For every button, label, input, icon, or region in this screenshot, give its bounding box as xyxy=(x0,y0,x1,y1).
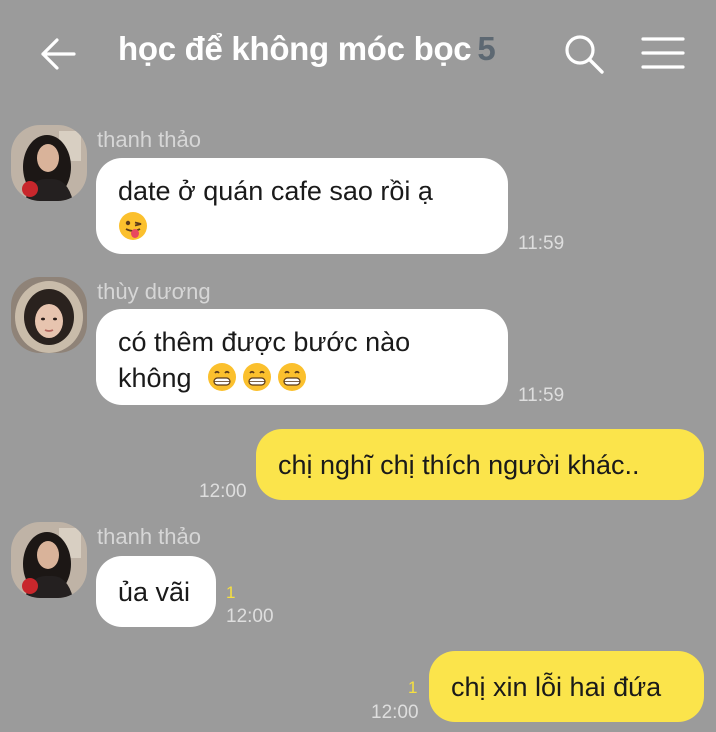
unread-count: 1 xyxy=(226,583,236,602)
back-button[interactable] xyxy=(34,32,82,76)
message-bubble-outgoing[interactable]: chị xin lỗi hai đứa xyxy=(429,651,704,722)
message-time: 11:59 xyxy=(518,233,565,254)
profile-photo-icon xyxy=(11,277,87,353)
sender-name: thùy dương xyxy=(97,279,211,304)
message-time: 12:00 xyxy=(199,481,247,502)
winking-tongue-emoji-icon xyxy=(119,212,147,240)
message-text-line-1: có thêm được bước nào xyxy=(118,327,411,357)
hamburger-menu-icon xyxy=(641,37,685,69)
message-text: không xyxy=(118,363,192,393)
search-icon xyxy=(565,35,604,74)
chat-title: học để không móc bọc 5 xyxy=(118,30,496,68)
grinning-emoji-icon xyxy=(208,363,237,391)
message-bubble-incoming[interactable]: có thêm được bước nào không xyxy=(96,309,508,405)
profile-photo-icon xyxy=(11,125,87,201)
message-text: chị nghĩ chị thích người khác.. xyxy=(278,450,640,480)
search-button[interactable] xyxy=(560,31,608,77)
message-text-line-2: không xyxy=(118,360,508,396)
chat-header: học để không móc bọc 5 xyxy=(0,0,716,110)
avatar-thuy-duong[interactable] xyxy=(11,277,87,353)
message-bubble-incoming[interactable]: date ở quán cafe sao rồi ạ xyxy=(96,158,508,254)
avatar-thanh-thao[interactable] xyxy=(11,522,87,598)
message-time: 12:00 xyxy=(226,606,274,627)
avatar-thanh-thao[interactable] xyxy=(11,125,87,201)
member-count: 5 xyxy=(477,30,496,67)
sender-name: thanh thảo xyxy=(97,127,201,152)
message-text: chị xin lỗi hai đứa xyxy=(451,672,662,702)
message-bubble-incoming[interactable]: ủa vãi xyxy=(96,556,216,627)
message-time: 11:59 xyxy=(518,385,565,406)
sender-name: thanh thảo xyxy=(97,524,201,549)
message-time: 12:00 xyxy=(371,702,419,723)
message-text: ủa vãi xyxy=(118,577,191,607)
chat-name: học để không móc bọc xyxy=(118,30,472,67)
arrow-left-icon xyxy=(41,38,76,70)
message-bubble-outgoing[interactable]: chị nghĩ chị thích người khác.. xyxy=(256,429,704,500)
grinning-emoji-icon xyxy=(278,363,307,391)
unread-count: 1 xyxy=(408,678,418,697)
message-emoji-line xyxy=(118,209,508,245)
grinning-emoji-icon xyxy=(243,363,272,391)
message-text: date ở quán cafe sao rồi ạ xyxy=(118,176,433,206)
profile-photo-icon xyxy=(11,522,87,598)
menu-button[interactable] xyxy=(638,34,688,74)
